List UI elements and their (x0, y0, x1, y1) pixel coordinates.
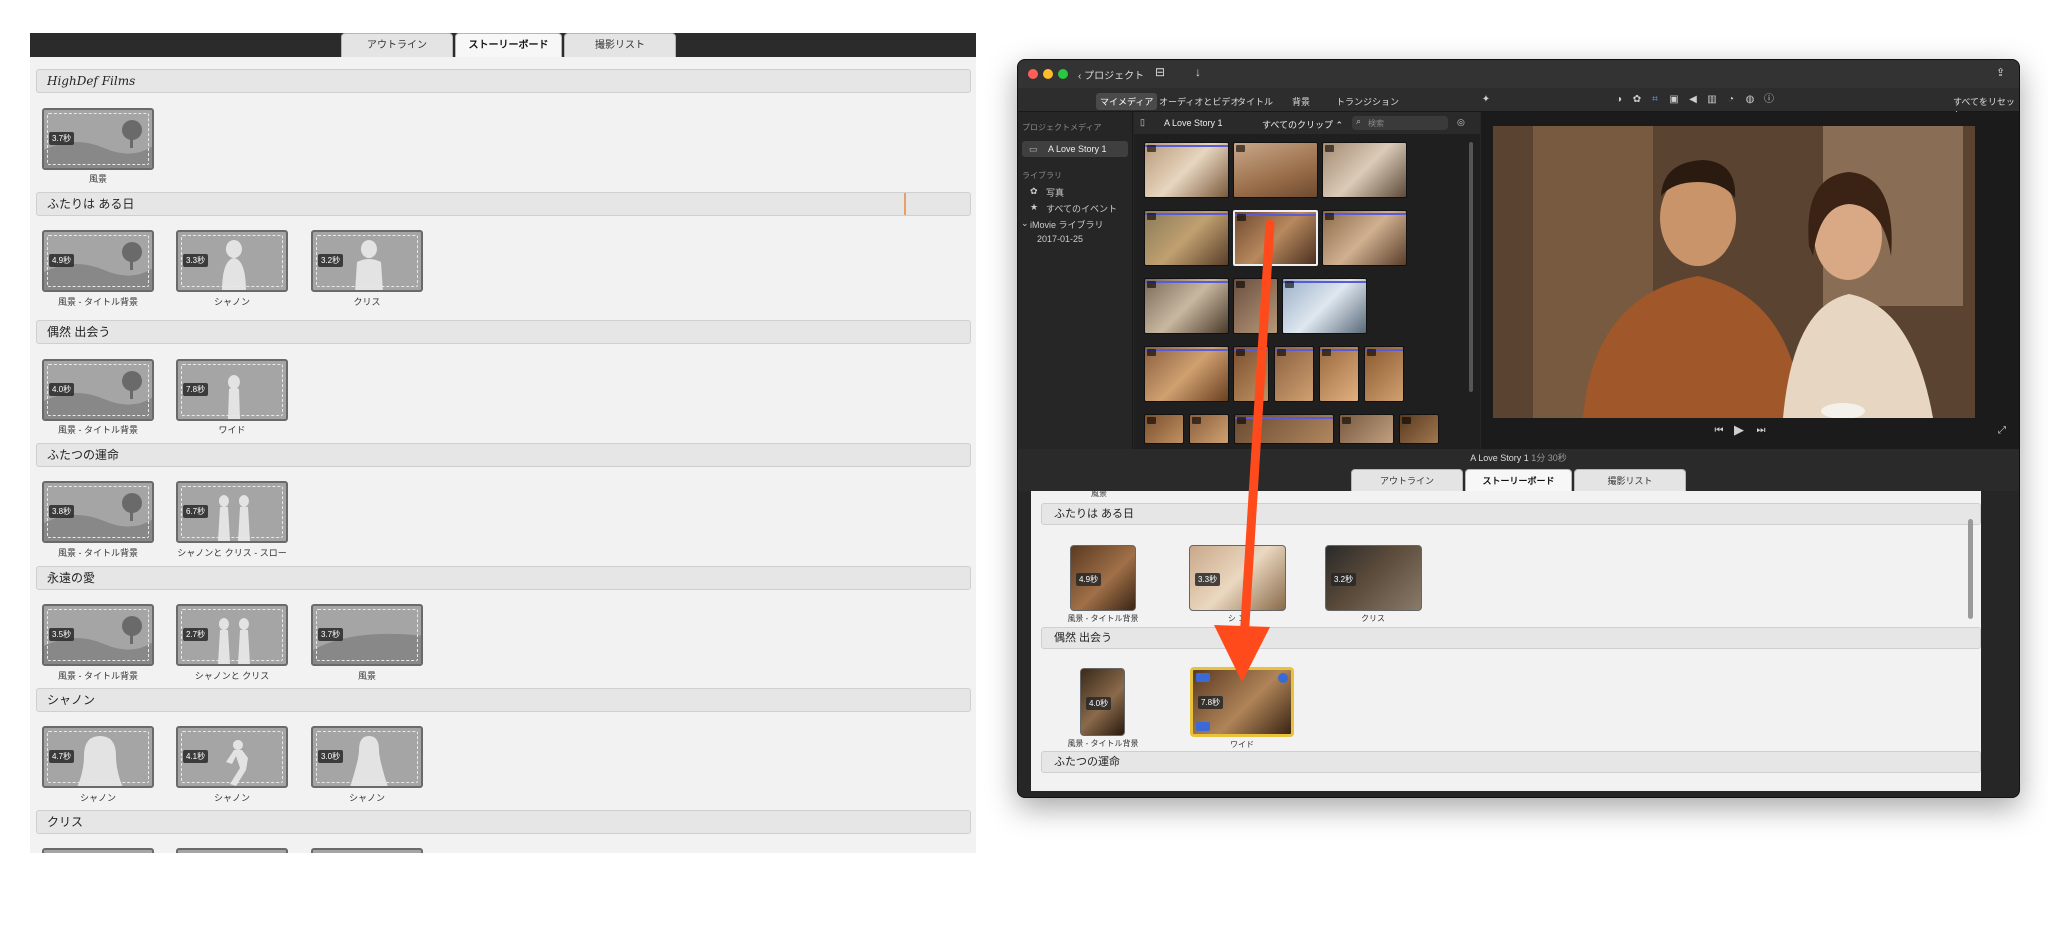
duration-badge: 3.3秒 (1195, 573, 1221, 586)
tab-outline[interactable]: アウトライン (341, 33, 453, 57)
clip-caption: クリス (353, 297, 381, 307)
clip-caption: 風景 (357, 671, 376, 681)
clip-placeholder[interactable]: 3.2秒 (311, 230, 423, 292)
drag-arrow-line (1239, 219, 1275, 645)
clip-caption: ワイド (218, 425, 246, 435)
duration-badge: 6.7秒 (183, 505, 209, 518)
clip-caption: シャノンと クリス - スロー (177, 548, 287, 558)
imovie-window: ‹ プロジェクト ⊟ ↓ ⇪ マイメディア オーディオとビデオ タイトル 背景 … (1017, 59, 2020, 798)
duration-badge: 3.7秒 (49, 132, 75, 145)
duration-badge: 4.1秒 (183, 750, 209, 763)
duration-badge: 4.7秒 (49, 750, 75, 763)
section-header[interactable]: シャノン (36, 688, 971, 712)
duration-badge: 3.2秒 (1331, 573, 1357, 586)
duration-badge: 3.7秒 (318, 628, 344, 641)
clip-caption: 風景 - タイトル背景 (58, 671, 138, 681)
duration-badge: 4.0秒 (1086, 697, 1112, 710)
duration-badge: 3.8秒 (49, 505, 75, 518)
clip-caption: シャノン (348, 793, 385, 803)
clip-placeholder[interactable]: 7.8秒 (176, 359, 288, 421)
clip-placeholder[interactable]: 4.7秒 (42, 726, 154, 788)
storyboard-panel-left: アウトライン ストーリーボード 撮影リスト HighDef Films 3.7秒… (30, 33, 976, 853)
clip-caption: シャノン (79, 793, 116, 803)
clip-placeholder[interactable]: 6.7秒 (176, 481, 288, 543)
clip-placeholder[interactable]: 2.7秒 (176, 604, 288, 666)
clip-caption: シャノンと クリス (194, 671, 270, 681)
section-header[interactable]: 永遠の愛 (36, 566, 971, 590)
clip-placeholder[interactable]: 4.9秒 (42, 230, 154, 292)
clip-placeholder[interactable] (42, 848, 154, 853)
duration-badge: 3.2秒 (318, 254, 344, 267)
tab-bar: アウトライン ストーリーボード 撮影リスト (30, 33, 976, 57)
duration-badge: 2.7秒 (183, 628, 209, 641)
section-header[interactable]: クリス (36, 810, 971, 834)
duration-badge: 3.0秒 (318, 750, 344, 763)
clip-placeholder[interactable]: 3.7秒 (42, 108, 154, 170)
clip-caption: シャノン (213, 297, 250, 307)
clip-caption: 風景 - タイトル背景 (58, 297, 138, 307)
section-header[interactable]: ふたつの運命 (36, 443, 971, 467)
duration-badge: 7.8秒 (183, 383, 209, 396)
duration-badge: 7.8秒 (1198, 696, 1224, 709)
brand-title: HighDef Films (36, 69, 971, 93)
drag-arrow-overlay (1214, 219, 1275, 682)
clip-placeholder[interactable]: 3.7秒 (311, 604, 423, 666)
clip-caption: 風景 - タイトル背景 (58, 548, 138, 558)
clip-placeholder[interactable]: 3.3秒 (176, 230, 288, 292)
duration-badge: 3.5秒 (49, 628, 75, 641)
duration-badge: 4.0秒 (49, 383, 75, 396)
clip-caption: シャノン (213, 793, 250, 803)
clip-placeholder[interactable]: 3.0秒 (311, 726, 423, 788)
clip-placeholder[interactable]: 3.8秒 (42, 481, 154, 543)
tab-shot-list[interactable]: 撮影リスト (564, 33, 676, 57)
clip-caption: 風景 (88, 174, 107, 184)
clip-placeholder[interactable] (311, 848, 423, 853)
clip-caption: 風景 - タイトル背景 (58, 425, 138, 435)
duration-badge: 4.9秒 (49, 254, 75, 267)
duration-badge: 4.9秒 (1076, 573, 1102, 586)
section-header[interactable]: 偶然 出会う (36, 320, 971, 344)
clip-placeholder[interactable] (176, 848, 288, 853)
tab-storyboard[interactable]: ストーリーボード (455, 33, 562, 57)
clip-placeholder[interactable]: 4.1秒 (176, 726, 288, 788)
drop-indicator (904, 193, 906, 215)
drag-arrow-head (1214, 625, 1270, 682)
clip-placeholder[interactable]: 4.0秒 (42, 359, 154, 421)
clip-placeholder[interactable]: 3.5秒 (42, 604, 154, 666)
section-header[interactable]: ふたりは ある日 (36, 192, 971, 216)
duration-badge: 3.3秒 (183, 254, 209, 267)
